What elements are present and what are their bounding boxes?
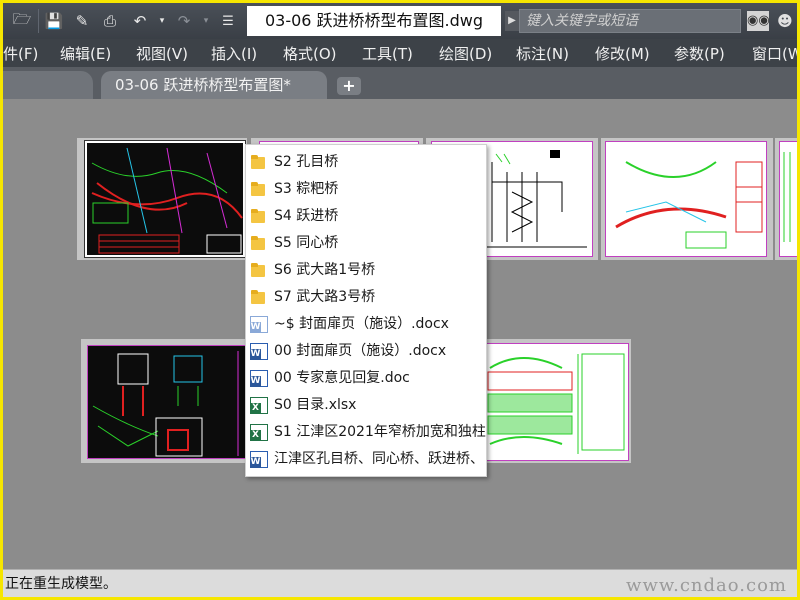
menu-modify[interactable]: 修改(M)	[595, 43, 650, 64]
file-list-item[interactable]: 00 封面扉页（施设）.docx	[246, 338, 486, 365]
word-temp-file-icon	[250, 316, 268, 333]
menu-window[interactable]: 窗口(W	[752, 43, 797, 64]
file-list-item[interactable]: ~$ 封面扉页（施设）.docx	[246, 311, 486, 338]
folder-icon	[250, 208, 268, 225]
redo-icon[interactable]: ↷	[173, 10, 195, 32]
search-expand-icon[interactable]: ▶	[505, 11, 519, 31]
menu-dimension[interactable]: 标注(N)	[516, 43, 569, 64]
status-bar: 正在重生成模型。 www.cndao.com	[3, 569, 797, 597]
word-document-icon	[250, 370, 268, 387]
layout-thumbnail-6[interactable]	[87, 345, 247, 459]
binoculars-icon[interactable]: ◉◉	[747, 11, 770, 31]
word-document-icon	[250, 451, 268, 468]
file-list-item-label: S6 武大路1号桥	[274, 262, 376, 278]
folder-icon	[250, 181, 268, 198]
drawing-preview-1	[91, 147, 243, 254]
file-list-item[interactable]: S3 粽粑桥	[246, 176, 486, 203]
tab-active-drawing[interactable]: 03-06 跃进桥桥型布置图*	[101, 71, 327, 99]
save-icon[interactable]: 💾	[43, 10, 65, 32]
menu-edit[interactable]: 编辑(E)	[60, 43, 111, 64]
menu-tools[interactable]: 工具(T)	[362, 43, 413, 64]
layout-thumbnail-5[interactable]	[779, 141, 797, 257]
word-document-icon	[250, 343, 268, 360]
customize-icon[interactable]: ☰	[217, 10, 239, 32]
file-list-item[interactable]: S2 孔目桥	[246, 149, 486, 176]
file-list-menu: S2 孔目桥 S3 粽粑桥 S4 跃进桥 S5 同心桥 S6 武大路1号桥 S7 武大路3…	[245, 144, 487, 477]
file-tab-bar: 03-06 跃进桥桥型布置图* +	[3, 67, 797, 99]
menu-parametric[interactable]: 参数(P)	[674, 43, 725, 64]
folder-icon	[250, 235, 268, 252]
file-list-item-label: S2 孔目桥	[274, 154, 339, 170]
document-title: 03-06 跃进桥桥型布置图.dwg	[247, 6, 501, 36]
user-icon[interactable]: ☻	[775, 11, 795, 31]
menu-format[interactable]: 格式(O)	[283, 43, 337, 64]
drawing-preview-5	[783, 152, 791, 242]
file-list-item[interactable]: S4 跃进桥	[246, 203, 486, 230]
menu-file[interactable]: 件(F)	[3, 43, 38, 64]
drawing-preview-6	[92, 351, 239, 457]
title-bar: 🗁 💾 ✎ ⎙ ↶ ▾ ↷ ▾ ☰ 03-06 跃进桥桥型布置图.dwg ▶ 键…	[3, 3, 797, 39]
file-list-item[interactable]: S6 武大路1号桥	[246, 257, 486, 284]
file-list-item[interactable]: S0 目录.xlsx	[246, 392, 486, 419]
file-list-item-label: S4 跃进桥	[274, 208, 339, 224]
drawing-preview-4	[615, 161, 763, 249]
folder-icon	[250, 289, 268, 306]
file-list-item-label: S3 粽粑桥	[274, 181, 339, 197]
file-list-item-label: 00 封面扉页（施设）.docx	[274, 343, 447, 359]
file-list-item[interactable]: S1 江津区2021年窄桥加宽和独柱	[246, 419, 486, 446]
menu-draw[interactable]: 绘图(D)	[439, 43, 492, 64]
file-list-item-label: S0 目录.xlsx	[274, 397, 357, 413]
file-list-item[interactable]: 江津区孔目桥、同心桥、跃进桥、	[246, 446, 486, 473]
layout-thumbnail-7[interactable]	[481, 343, 629, 461]
file-list-item[interactable]: S7 武大路3号桥	[246, 284, 486, 311]
menu-bar: 件(F) 编辑(E) 视图(V) 插入(I) 格式(O) 工具(T) 绘图(D)…	[3, 39, 797, 67]
open-icon[interactable]: 🗁	[11, 10, 33, 32]
undo-icon[interactable]: ↶	[129, 10, 151, 32]
file-list-item-label: S1 江津区2021年窄桥加宽和独柱	[274, 424, 486, 440]
menu-view[interactable]: 视图(V)	[136, 43, 188, 64]
excel-workbook-icon	[250, 397, 268, 414]
redo-dropdown-icon[interactable]: ▾	[195, 10, 217, 32]
watermark: www.cndao.com	[626, 575, 787, 596]
file-list-item-label: 00 专家意见回复.doc	[274, 370, 410, 386]
new-tab-button[interactable]: +	[337, 77, 361, 95]
folder-icon	[250, 154, 268, 171]
file-list-item-label: 江津区孔目桥、同心桥、跃进桥、	[274, 451, 484, 467]
start-tab[interactable]	[3, 71, 93, 99]
toolbar-separator	[38, 9, 39, 33]
file-list-item-label: ~$ 封面扉页（施设）.docx	[274, 316, 449, 332]
search-input[interactable]: 键入关键字或短语	[519, 9, 741, 33]
menu-insert[interactable]: 插入(I)	[211, 43, 257, 64]
file-list-item-label: S5 同心桥	[274, 235, 339, 251]
file-list-item-label: S7 武大路3号桥	[274, 289, 376, 305]
status-text: 正在重生成模型。	[5, 576, 117, 592]
layout-thumbnail-4[interactable]	[605, 141, 767, 257]
file-list-item[interactable]: S5 同心桥	[246, 230, 486, 257]
drawing-preview-7	[487, 353, 625, 454]
excel-workbook-icon	[250, 424, 268, 441]
autocad-window: 🗁 💾 ✎ ⎙ ↶ ▾ ↷ ▾ ☰ 03-06 跃进桥桥型布置图.dwg ▶ 键…	[3, 3, 797, 597]
print-icon[interactable]: ⎙	[99, 10, 121, 32]
undo-dropdown-icon[interactable]: ▾	[151, 10, 173, 32]
layout-thumbnail-1[interactable]	[84, 140, 246, 258]
folder-icon	[250, 262, 268, 279]
saveas-icon[interactable]: ✎	[71, 10, 93, 32]
file-list-item[interactable]: 00 专家意见回复.doc	[246, 365, 486, 392]
